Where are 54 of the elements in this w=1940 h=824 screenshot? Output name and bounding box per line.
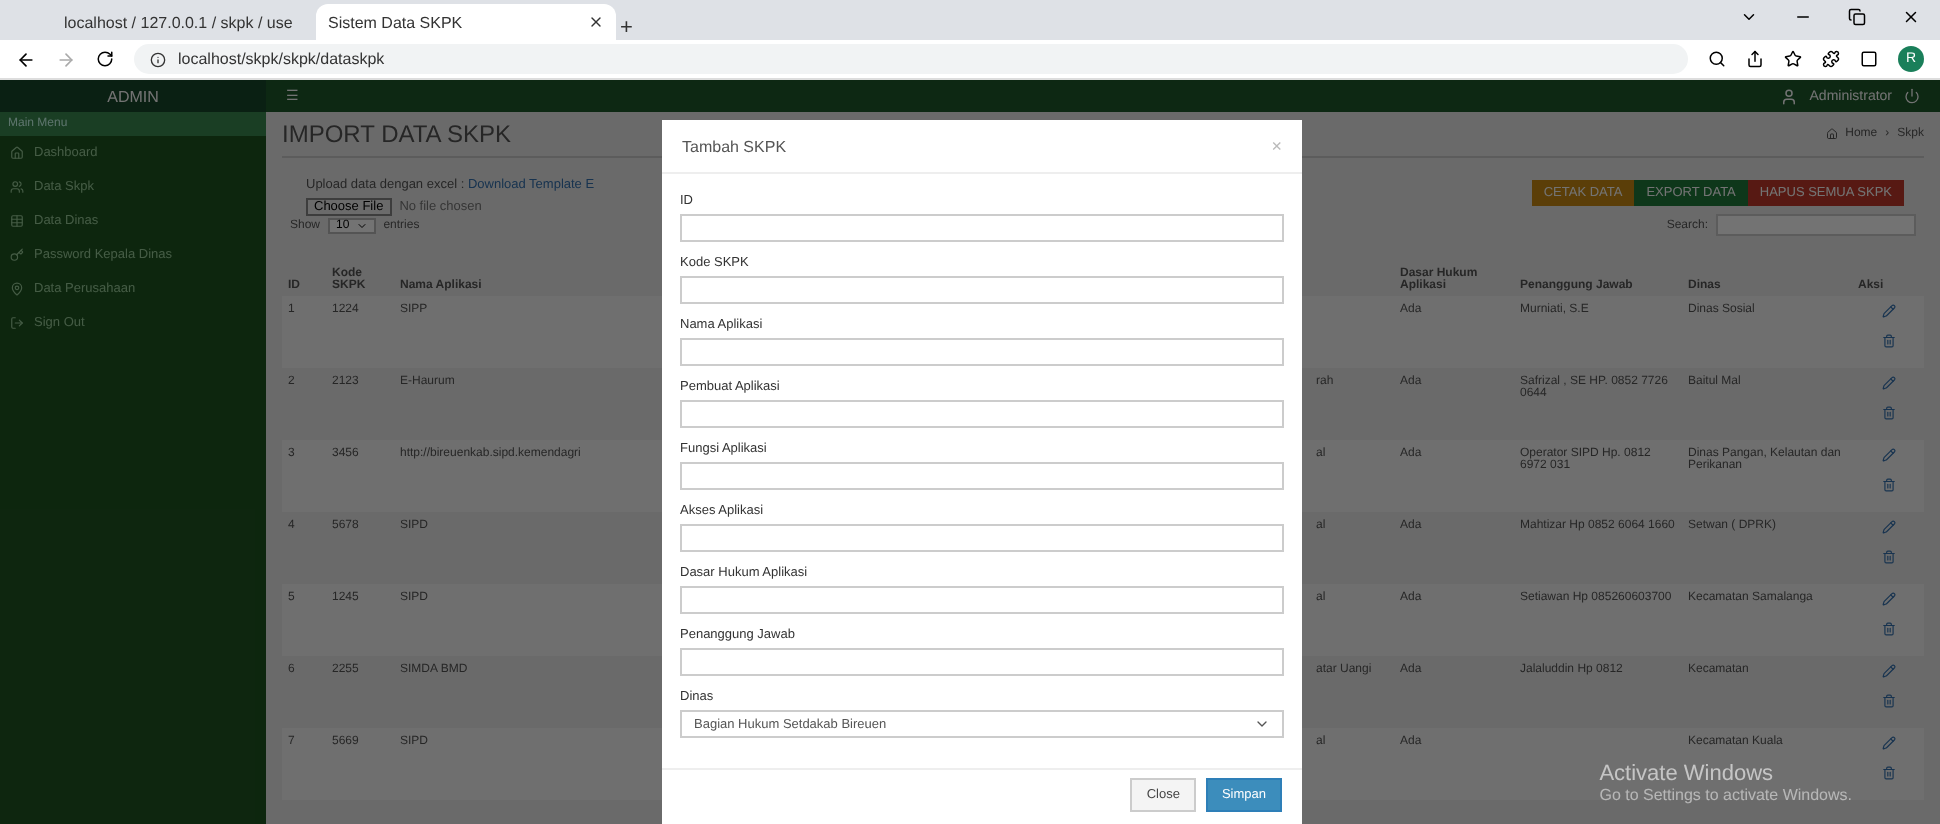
home-icon (1825, 128, 1838, 140)
edit-icon[interactable] (1881, 592, 1895, 606)
brand-title: ADMIN (0, 80, 266, 112)
logout-icon (10, 316, 24, 330)
back-icon[interactable] (16, 49, 36, 69)
share-icon[interactable] (1746, 50, 1764, 68)
trash-icon[interactable] (1881, 478, 1895, 492)
input-field[interactable] (680, 648, 1284, 676)
address-bar[interactable]: localhost/skpk/skpk/dataskpk (134, 44, 1688, 74)
edit-icon[interactable] (1881, 376, 1895, 390)
edit-icon[interactable] (1881, 304, 1895, 318)
reload-icon[interactable] (96, 50, 114, 68)
star-icon[interactable] (1784, 50, 1802, 68)
trash-icon[interactable] (1881, 406, 1895, 420)
browser-tab[interactable]: localhost / 127.0.0.1 / skpk / use (52, 4, 312, 40)
trash-icon[interactable] (1881, 694, 1895, 708)
edit-icon[interactable] (1881, 520, 1895, 534)
activation-text: Go to Settings to activate Windows. (1599, 786, 1852, 804)
close-icon[interactable] (588, 14, 604, 30)
input-field[interactable] (680, 586, 1284, 614)
page-title: IMPORT DATA SKPK (282, 120, 511, 148)
trash-icon[interactable] (1881, 334, 1895, 348)
user-avatar-icon (1779, 87, 1798, 105)
trash-icon[interactable] (1881, 766, 1895, 780)
power-icon[interactable] (1904, 88, 1920, 104)
close-icon[interactable] (1902, 7, 1920, 25)
sidebar-icon[interactable] (1860, 50, 1878, 68)
new-tab-button[interactable]: + (620, 16, 633, 40)
close-button[interactable]: × (1271, 136, 1282, 156)
modal-title: Tambah SKPK (682, 137, 787, 155)
puzzle-icon[interactable] (1822, 50, 1840, 68)
input-field[interactable] (680, 400, 1284, 428)
input-field[interactable] (680, 524, 1284, 552)
trash-icon[interactable] (1881, 550, 1895, 564)
forward-icon[interactable] (56, 49, 76, 69)
edit-icon[interactable] (1881, 448, 1895, 462)
input-field[interactable] (680, 214, 1284, 242)
trash-icon[interactable] (1881, 622, 1895, 636)
input-field[interactable] (680, 276, 1284, 304)
activation-title: Activate Windows (1599, 762, 1774, 786)
home-icon (10, 146, 24, 160)
edit-icon[interactable] (1881, 736, 1895, 750)
key-icon (10, 248, 24, 262)
input-field[interactable] (680, 338, 1284, 366)
browser-tab[interactable]: Sistem Data SKPK (316, 4, 616, 40)
restore-icon[interactable] (1848, 7, 1866, 25)
input-field[interactable] (680, 462, 1284, 490)
chevron-icon (1254, 716, 1270, 732)
users-icon (10, 180, 24, 194)
map-pin-icon (10, 282, 24, 296)
chevron-icon (355, 219, 368, 231)
table-icon (10, 214, 24, 228)
edit-icon[interactable] (1881, 664, 1895, 678)
zoom-icon[interactable] (1708, 50, 1726, 68)
